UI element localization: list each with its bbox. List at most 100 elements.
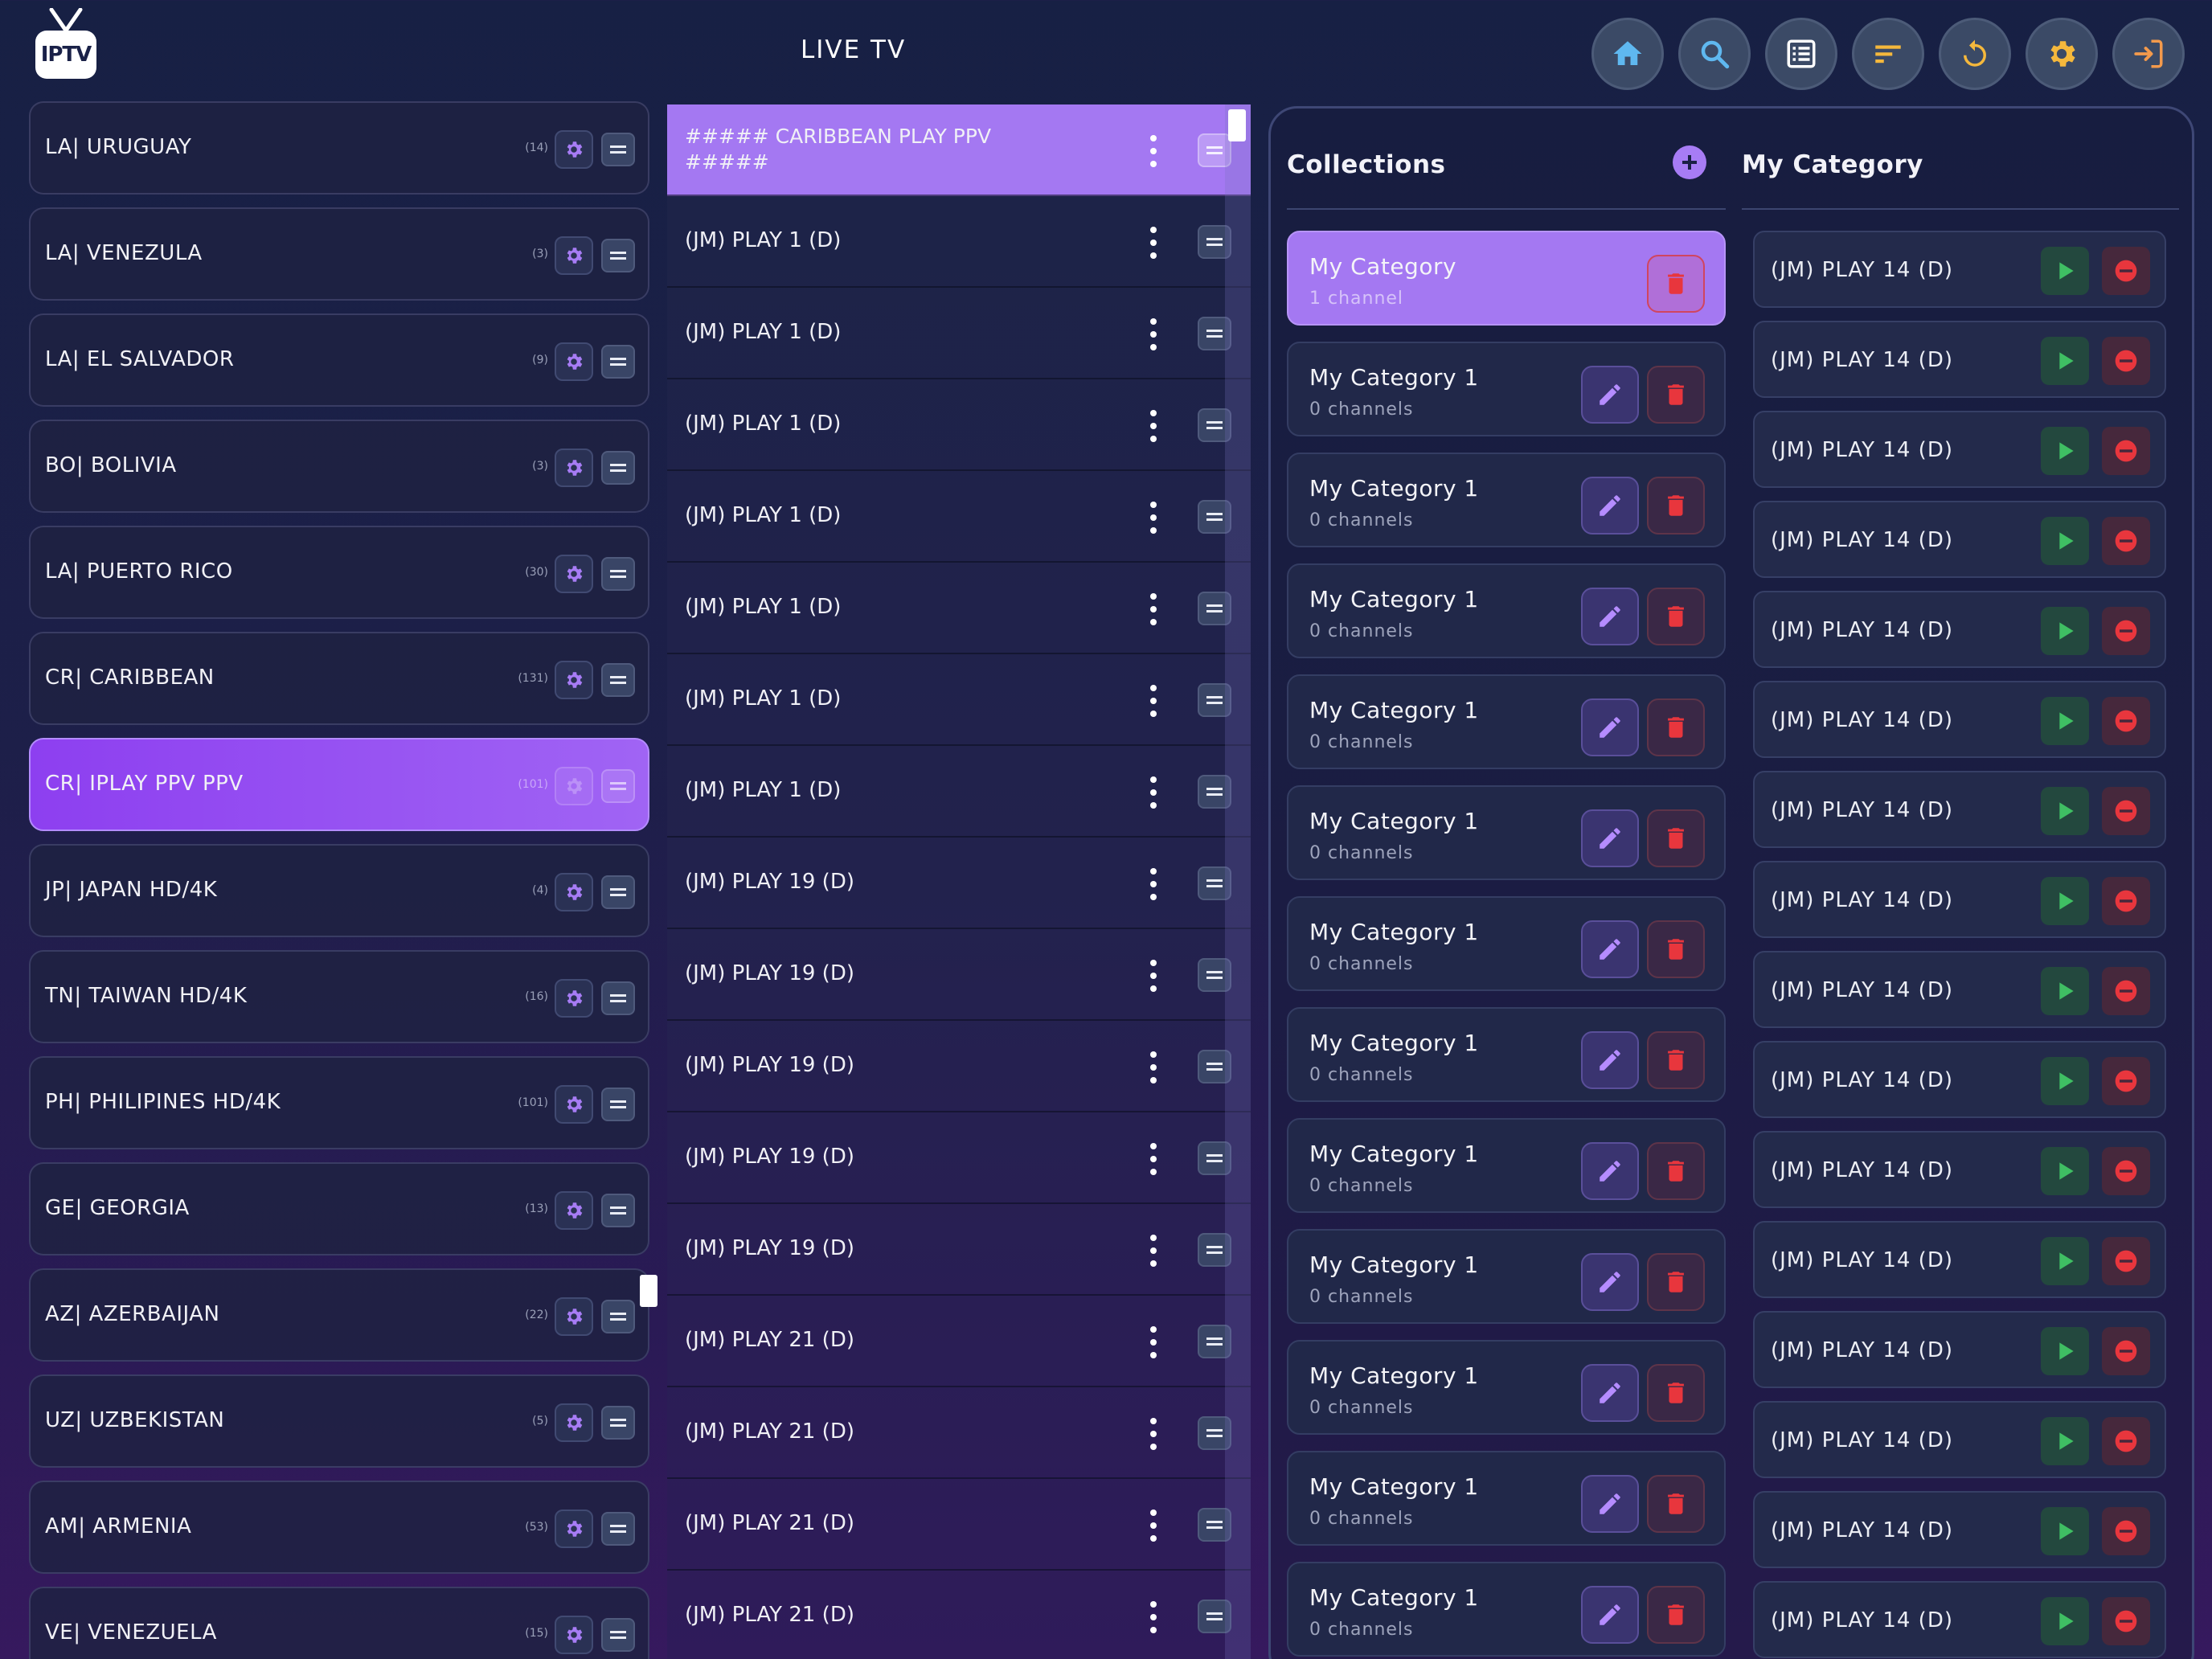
category-settings-button[interactable] — [555, 1509, 593, 1548]
category-drag-button[interactable] — [601, 1088, 635, 1121]
category-item[interactable]: PH| PHILIPINES HD/4K (101) — [29, 1056, 649, 1149]
channel-list[interactable]: ##### CARIBBEAN PLAY PPV ##### (JM) PLAY … — [667, 104, 1251, 1659]
channel-menu-button[interactable] — [1149, 868, 1157, 900]
collection-item[interactable]: My Category 1 0 channels — [1287, 1118, 1726, 1213]
category-settings-button[interactable] — [555, 1085, 593, 1124]
play-channel-button[interactable] — [2041, 1057, 2089, 1105]
edit-collection-button[interactable] — [1581, 1475, 1639, 1533]
channel-menu-button[interactable] — [1149, 318, 1157, 350]
category-item[interactable]: BO| BOLIVIA (3) — [29, 420, 649, 513]
edit-collection-button[interactable] — [1581, 809, 1639, 867]
delete-collection-button[interactable] — [1647, 920, 1705, 978]
category-item[interactable]: LA| VENEZULA (3) — [29, 207, 649, 301]
remove-channel-button[interactable] — [2102, 607, 2150, 655]
remove-channel-button[interactable] — [2102, 427, 2150, 475]
category-settings-button[interactable] — [555, 873, 593, 911]
category-settings-button[interactable] — [555, 1297, 593, 1336]
collection-item[interactable]: My Category 1 channel — [1287, 231, 1726, 326]
category-settings-button[interactable] — [555, 236, 593, 275]
collection-channel-item[interactable]: (JM) PLAY 14 (D) — [1753, 951, 2166, 1028]
channel-row[interactable]: (JM) PLAY 1 (D) — [667, 196, 1251, 288]
category-item[interactable]: AM| ARMENIA (53) — [29, 1481, 649, 1574]
delete-collection-button[interactable] — [1647, 255, 1705, 313]
category-drag-button[interactable] — [601, 239, 635, 272]
delete-collection-button[interactable] — [1647, 366, 1705, 424]
channel-row[interactable]: (JM) PLAY 1 (D) — [667, 654, 1251, 746]
category-settings-button[interactable] — [555, 555, 593, 593]
play-channel-button[interactable] — [2041, 1147, 2089, 1195]
sort-button[interactable] — [1852, 18, 1924, 90]
channel-row[interactable]: (JM) PLAY 21 (D) — [667, 1479, 1251, 1571]
play-channel-button[interactable] — [2041, 1327, 2089, 1375]
delete-collection-button[interactable] — [1647, 1586, 1705, 1644]
edit-collection-button[interactable] — [1581, 477, 1639, 535]
collection-channel-item[interactable]: (JM) PLAY 14 (D) — [1753, 591, 2166, 668]
remove-channel-button[interactable] — [2102, 247, 2150, 295]
remove-channel-button[interactable] — [2102, 337, 2150, 385]
play-channel-button[interactable] — [2041, 517, 2089, 565]
channel-row[interactable]: (JM) PLAY 21 (D) — [667, 1571, 1251, 1659]
category-item[interactable]: LA| EL SALVADOR (9) — [29, 313, 649, 407]
channel-row[interactable]: (JM) PLAY 21 (D) — [667, 1387, 1251, 1479]
channel-row[interactable]: (JM) PLAY 1 (D) — [667, 471, 1251, 563]
play-channel-button[interactable] — [2041, 697, 2089, 745]
channel-menu-button[interactable] — [1149, 1509, 1157, 1542]
remove-channel-button[interactable] — [2102, 1417, 2150, 1465]
collection-item[interactable]: My Category 1 0 channels — [1287, 1562, 1726, 1657]
category-drag-button[interactable] — [601, 133, 635, 166]
category-item[interactable]: LA| URUGUAY (14) — [29, 101, 649, 195]
edit-collection-button[interactable] — [1581, 366, 1639, 424]
channel-row[interactable]: (JM) PLAY 19 (D) — [667, 838, 1251, 929]
collection-item[interactable]: My Category 1 0 channels — [1287, 785, 1726, 880]
settings-button[interactable] — [2026, 18, 2098, 90]
channel-menu-button[interactable] — [1149, 960, 1157, 992]
category-item[interactable]: UZ| UZBEKISTAN (5) — [29, 1374, 649, 1468]
channel-row[interactable]: (JM) PLAY 1 (D) — [667, 379, 1251, 471]
category-item[interactable]: AZ| AZERBAIJAN (22) — [29, 1268, 649, 1362]
channel-scrollbar-track[interactable] — [1225, 104, 1251, 1659]
play-channel-button[interactable] — [2041, 607, 2089, 655]
channel-menu-button[interactable] — [1149, 1601, 1157, 1633]
edit-collection-button[interactable] — [1581, 588, 1639, 645]
channel-menu-button[interactable] — [1149, 685, 1157, 717]
channel-menu-button[interactable] — [1149, 593, 1157, 625]
category-settings-button[interactable] — [555, 1191, 593, 1230]
channel-row[interactable]: (JM) PLAY 19 (D) — [667, 1021, 1251, 1112]
channel-row[interactable]: (JM) PLAY 19 (D) — [667, 1204, 1251, 1296]
channel-menu-button[interactable] — [1149, 227, 1157, 259]
collection-channel-item[interactable]: (JM) PLAY 14 (D) — [1753, 411, 2166, 488]
delete-collection-button[interactable] — [1647, 809, 1705, 867]
collection-channel-item[interactable]: (JM) PLAY 14 (D) — [1753, 501, 2166, 578]
play-channel-button[interactable] — [2041, 967, 2089, 1015]
play-channel-button[interactable] — [2041, 877, 2089, 925]
category-settings-button[interactable] — [555, 342, 593, 381]
category-settings-button[interactable] — [555, 130, 593, 169]
collection-channel-item[interactable]: (JM) PLAY 14 (D) — [1753, 1221, 2166, 1298]
delete-collection-button[interactable] — [1647, 1475, 1705, 1533]
category-item[interactable]: TN| TAIWAN HD/4K (16) — [29, 950, 649, 1043]
category-settings-button[interactable] — [555, 979, 593, 1018]
delete-collection-button[interactable] — [1647, 1142, 1705, 1200]
channel-row[interactable]: (JM) PLAY 19 (D) — [667, 1112, 1251, 1204]
delete-collection-button[interactable] — [1647, 1364, 1705, 1422]
play-channel-button[interactable] — [2041, 1507, 2089, 1555]
remove-channel-button[interactable] — [2102, 787, 2150, 835]
play-channel-button[interactable] — [2041, 337, 2089, 385]
collection-item[interactable]: My Category 1 0 channels — [1287, 342, 1726, 436]
category-drag-button[interactable] — [601, 663, 635, 697]
channel-scrollbar[interactable] — [1228, 109, 1246, 141]
remove-channel-button[interactable] — [2102, 1597, 2150, 1645]
channel-row[interactable]: (JM) PLAY 1 (D) — [667, 563, 1251, 654]
remove-channel-button[interactable] — [2102, 877, 2150, 925]
collection-channel-item[interactable]: (JM) PLAY 14 (D) — [1753, 1311, 2166, 1388]
collection-channel-item[interactable]: (JM) PLAY 14 (D) — [1753, 1491, 2166, 1568]
collection-item[interactable]: My Category 1 0 channels — [1287, 453, 1726, 547]
category-item[interactable]: VE| VENEZUELA (15) — [29, 1587, 649, 1659]
remove-channel-button[interactable] — [2102, 1057, 2150, 1105]
category-settings-button[interactable] — [555, 449, 593, 487]
edit-collection-button[interactable] — [1581, 1031, 1639, 1089]
play-channel-button[interactable] — [2041, 787, 2089, 835]
delete-collection-button[interactable] — [1647, 1253, 1705, 1311]
collection-item[interactable]: My Category 1 0 channels — [1287, 1340, 1726, 1435]
category-drag-button[interactable] — [601, 1618, 635, 1652]
